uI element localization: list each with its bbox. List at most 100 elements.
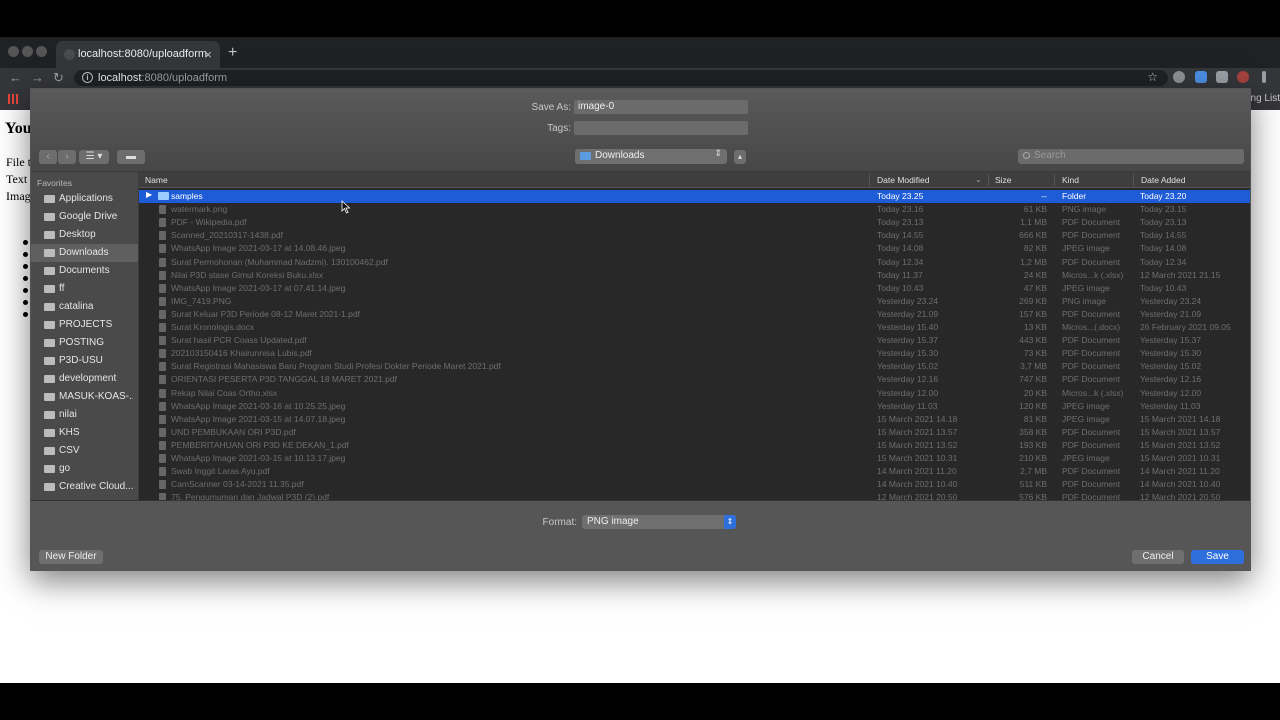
file-list[interactable]: Name Date Modified ⌄ Size Kind Date Adde… [139, 172, 1250, 500]
table-row[interactable]: 75. Pengumuman dan Jadwal P3D (2).pdf 12 … [139, 491, 1250, 500]
sidebar-item-ff[interactable]: ff [31, 280, 138, 298]
table-row[interactable]: Surat hasil PCR Coass Updated.pdf Yesterd… [139, 334, 1250, 347]
extensions-puzzle-icon[interactable] [1216, 71, 1228, 83]
table-row[interactable]: UND PEMBUKAAN ORI P3D.pdf 15 March 2021 1… [139, 426, 1250, 439]
table-row[interactable]: Swab Inggit Laras Ayu.pdf 14 March 2021 1… [139, 465, 1250, 478]
reading-list-link[interactable]: ing List [1248, 93, 1280, 104]
disclosure-triangle-icon[interactable]: ▶ [146, 190, 152, 199]
table-row[interactable]: Scanned_20210317-1438.pdf Today 14.55 666 … [139, 229, 1250, 242]
sidebar-item-nilai[interactable]: nilai [31, 406, 138, 424]
table-row[interactable]: WhatsApp Image 2021-03-16 at 10.25.25.jp… [139, 400, 1250, 413]
sidebar-item-masuk-koas[interactable]: MASUK-KOAS-... [31, 388, 138, 406]
new-folder-button[interactable]: New Folder [39, 550, 103, 564]
table-row[interactable]: PDF - Wikipedia.pdf Today 23.13 1,1 MB PDF … [139, 216, 1250, 229]
table-row[interactable]: PEMBERITAHUAN ORI P3D KE DEKAN_1.pdf 15 M… [139, 439, 1250, 452]
table-row[interactable]: WhatsApp Image 2021-03-15 at 14.07.18.jp… [139, 413, 1250, 426]
cell-added: 14 March 2021 10.40 [1140, 479, 1221, 490]
sidebar-item-downloads[interactable]: Downloads [31, 244, 138, 262]
menu-kebab-icon[interactable] [1262, 71, 1266, 83]
table-row[interactable]: Surat Kronologis.docx Yesterday 15.40 13 K… [139, 321, 1250, 334]
save-button[interactable]: Save [1191, 550, 1244, 564]
table-row[interactable]: WhatsApp Image 2021-03-17 at 14.08.46.jp… [139, 242, 1250, 255]
sidebar-item-posting[interactable]: POSTING [31, 334, 138, 352]
reload-icon[interactable]: ↻ [53, 70, 64, 86]
sidebar-item-projects[interactable]: PROJECTS [31, 316, 138, 334]
bookmark-star-icon[interactable]: ☆ [1147, 70, 1158, 84]
table-row[interactable]: Surat Permohonan (Muhammad Nadzmi). 1301… [139, 256, 1250, 269]
column-date-modified[interactable]: Date Modified [877, 175, 929, 185]
save-as-input[interactable]: image-0 [574, 100, 748, 114]
sidebar-item-go[interactable]: go [31, 460, 138, 478]
screen: localhost:8080/uploadform × + ← → ↻ i lo… [0, 0, 1280, 720]
sidebar-item-google-drive[interactable]: Google Drive [31, 208, 138, 226]
table-row[interactable]: CamScanner 03-14-2021 11.35.pdf 14 March … [139, 478, 1250, 491]
cell-modified: Today 23.13 [877, 217, 924, 228]
address-bar[interactable]: i localhost:8080/uploadform ☆ [74, 70, 1168, 86]
back-nav-icon[interactable]: ‹ [39, 150, 57, 164]
file-icon [159, 270, 166, 280]
extension-globe-icon[interactable] [1173, 71, 1185, 83]
table-row[interactable]: Surat Registrasi Mahasiswa Baru Program … [139, 360, 1250, 373]
column-divider[interactable] [1133, 174, 1134, 186]
new-folder-icon[interactable]: ▬ [117, 150, 145, 164]
view-options-icon[interactable]: ☰ ▾ [79, 150, 109, 164]
column-size[interactable]: Size [995, 175, 1012, 185]
table-row[interactable]: WhatsApp Image 2021-03-17 at 07.41.14.jp… [139, 282, 1250, 295]
table-row[interactable]: 202103150416 Khairunnisa Lubis.pdf Yester… [139, 347, 1250, 360]
sidebar-item-documents[interactable]: Documents [31, 262, 138, 280]
format-select[interactable]: PNG image ⇕ [582, 515, 736, 529]
sidebar-item-applications[interactable]: Applications [31, 190, 138, 208]
back-icon[interactable]: ← [9, 70, 22, 85]
cell-modified: 15 March 2021 10.31 [877, 453, 958, 463]
table-row[interactable]: Surat Keluar P3D Periode 08-12 Maret 202… [139, 308, 1250, 321]
table-row[interactable]: IMG_7419.PNG Yesterday 23.24 269 KB PNG ima… [139, 295, 1250, 308]
column-name[interactable]: Name [145, 175, 168, 185]
forward-icon[interactable]: → [31, 70, 44, 85]
cell-size: 24 KB [1023, 269, 1047, 280]
sidebar-item-label: development [59, 373, 117, 384]
search-input[interactable]: Search [1018, 149, 1244, 164]
table-row[interactable]: ORIENTASI PESERTA P3D TANGGAL 18 MARET 2… [139, 373, 1250, 386]
cell-name: PEMBERITAHUAN ORI P3D KE DEKAN_1.pdf [171, 439, 349, 450]
collapse-icon[interactable]: ▴ [734, 150, 746, 164]
cell-modified: 15 March 2021 13.57 [877, 426, 958, 437]
sidebar-item-development[interactable]: development [31, 370, 138, 388]
column-divider[interactable] [869, 174, 870, 186]
location-popup[interactable]: Downloads ⇕ [575, 148, 727, 164]
column-divider[interactable] [988, 174, 989, 186]
sidebar-item-label: go [59, 463, 71, 474]
table-row[interactable]: Rekap Nilai Coas Ortho.xlsx Yesterday 12.… [139, 387, 1250, 400]
cell-modified: Yesterday 23.24 [877, 295, 939, 306]
column-kind[interactable]: Kind [1062, 175, 1079, 185]
zoom-window-icon[interactable] [36, 46, 47, 57]
table-row[interactable]: ▶ samples Today 23.25 -- Folder Today 23.20 [139, 190, 1250, 203]
site-info-icon[interactable]: i [82, 72, 93, 83]
cell-modified: Yesterday 15.40 [877, 322, 939, 332]
cell-name: Scanned_20210317-1438.pdf [171, 230, 284, 241]
sidebar-item-khs[interactable]: KHS [31, 424, 138, 442]
column-divider[interactable] [1054, 174, 1055, 186]
folder-icon [44, 375, 55, 383]
cancel-button[interactable]: Cancel [1132, 550, 1184, 564]
profile-avatar[interactable] [1237, 71, 1249, 83]
sidebar-item-catalina[interactable]: catalina [31, 298, 138, 316]
sidebar-item-p3d-usu[interactable]: P3D-USU [31, 352, 138, 370]
table-row[interactable]: WhatsApp Image 2021-03-15 at 10.13.17.jp… [139, 452, 1250, 465]
sidebar-item-label: PROJECTS [59, 319, 113, 330]
close-window-icon[interactable] [8, 46, 19, 57]
sidebar-item-desktop[interactable]: Desktop [31, 226, 138, 244]
tab-close-icon[interactable]: × [204, 47, 212, 62]
sidebar-item-creative-cloud[interactable]: Creative Cloud... [31, 478, 138, 496]
apps-grid-icon[interactable] [8, 94, 18, 104]
forward-nav-icon[interactable]: › [58, 150, 76, 164]
extension-download-icon[interactable] [1195, 71, 1207, 83]
tags-input[interactable] [574, 121, 748, 135]
minimize-window-icon[interactable] [22, 46, 33, 57]
table-row[interactable]: watermark.png Today 23.16 61 KB PNG image To… [139, 203, 1250, 216]
documents-icon [44, 267, 55, 275]
browser-tab[interactable]: localhost:8080/uploadform × [56, 41, 220, 68]
column-date-added[interactable]: Date Added [1141, 175, 1185, 185]
sidebar-item-csv[interactable]: CSV [31, 442, 138, 460]
table-row[interactable]: Nilai P3D stase Gimul Koreksi Buku.xlsx T… [139, 269, 1250, 282]
new-tab-icon[interactable]: + [228, 44, 237, 62]
